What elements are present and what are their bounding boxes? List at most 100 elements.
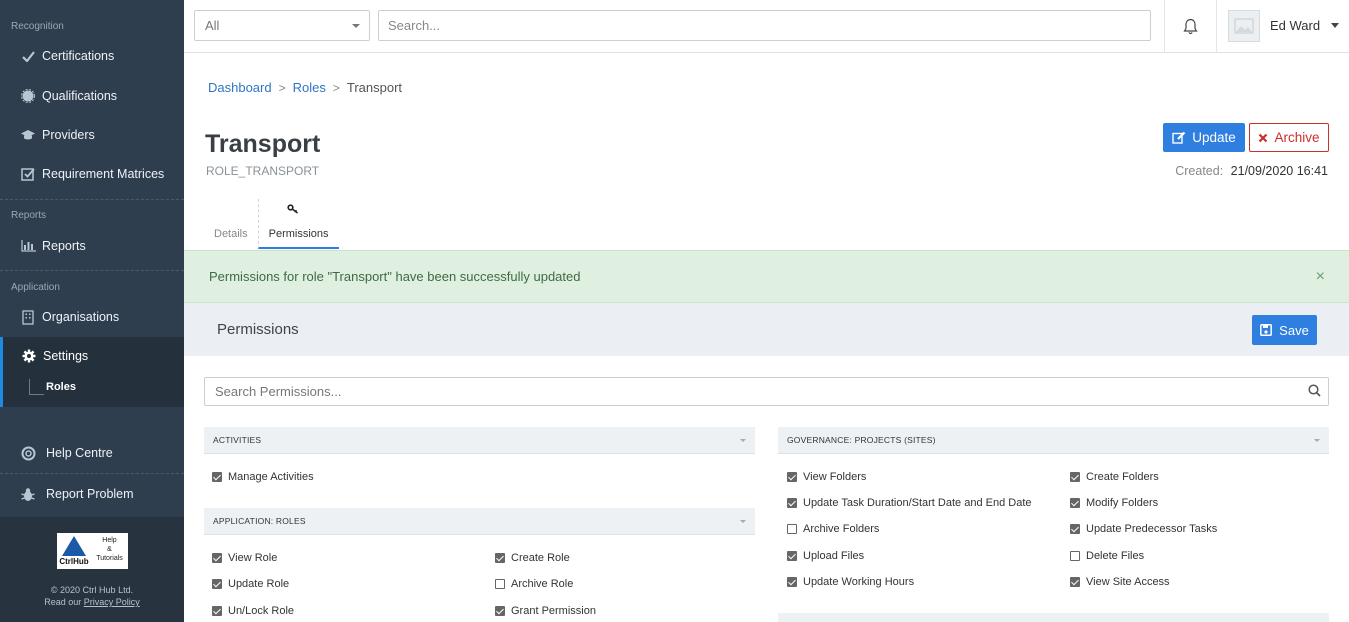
sidebar-item-label: Organisations [42,310,120,324]
sidebar-item-certifications[interactable]: Certifications [0,37,184,75]
permission-label: Archive Role [511,578,574,590]
sidebar-item-label: Qualifications [42,89,118,103]
sidebar-section-reports: Reports [11,210,47,221]
sidebar-item-organisations[interactable]: Organisations [0,298,184,336]
copyright-text: © 2020 Ctrl Hub Ltd. [50,585,134,595]
permission-checkbox[interactable] [1070,472,1080,482]
permission-checkbox[interactable] [787,472,797,482]
permission-item[interactable]: Archive Folders [787,523,879,535]
permission-item[interactable]: Create Role [495,552,570,564]
ctrlhub-logo[interactable]: CtrlHub Help & Tutorials [57,533,128,569]
sidebar: Recognition Certifications Qualification… [0,0,184,622]
permission-checkbox[interactable] [787,577,797,587]
logo-triangle-icon [62,536,86,556]
group-header[interactable]: APPLICATION: ROLES [204,508,755,535]
permissions-header: Permissions Save [184,303,1349,356]
breadcrumb-dashboard[interactable]: Dashboard [208,80,272,95]
sidebar-item-providers[interactable]: Providers [0,116,184,154]
archive-button[interactable]: Archive [1249,123,1329,152]
permission-checkbox[interactable] [787,551,797,561]
permission-group-application-roles: APPLICATION: ROLES View Role Create Role… [204,508,755,617]
group-header[interactable]: ACTIVITIES [204,427,755,454]
breadcrumb: Dashboard > Roles > Transport [208,80,402,95]
permission-item[interactable]: Modify Folders [1070,497,1158,509]
sidebar-item-qualifications[interactable]: Qualifications [0,77,184,115]
sidebar-item-label: Providers [42,128,95,142]
permission-label: Delete Files [1086,550,1145,562]
breadcrumb-roles[interactable]: Roles [293,80,326,95]
permission-checkbox[interactable] [787,498,797,508]
sidebar-item-settings[interactable]: Settings [0,337,184,375]
permission-checkbox[interactable] [495,579,505,589]
permission-item[interactable]: View Site Access [1070,576,1170,588]
permission-checkbox[interactable] [787,524,797,534]
permission-checkbox[interactable] [1070,577,1080,587]
global-search-input[interactable] [378,10,1151,41]
permission-checkbox[interactable] [1070,498,1080,508]
permission-item[interactable]: View Folders [787,471,866,483]
permissions-search-input[interactable] [204,377,1329,406]
permission-item[interactable]: Create Folders [1070,471,1159,483]
avatar[interactable] [1228,10,1260,42]
privacy-policy-link[interactable]: Privacy Policy [84,597,140,607]
building-icon [20,309,36,325]
logo-help-line: Tutorials [96,555,123,562]
permission-checkbox[interactable] [495,553,505,563]
sidebar-subitem-roles[interactable]: Roles [29,379,76,395]
permission-checkbox[interactable] [1070,551,1080,561]
permission-item[interactable]: Manage Activities [212,471,314,483]
floppy-disk-icon [1260,324,1273,336]
bar-chart-icon [20,238,36,254]
permission-group-governance-projects: GOVERNANCE: PROJECTS (SITES) View Folder… [778,427,1329,588]
group-title: APPLICATION: ROLES [213,516,306,526]
lifebuoy-icon [20,445,36,461]
checkbox-square-icon [20,166,36,182]
tab-label: Details [214,228,248,240]
permission-label: Create Role [511,552,570,564]
sidebar-item-reports[interactable]: Reports [0,227,184,265]
permission-item[interactable]: Upload Files [787,550,864,562]
permission-checkbox[interactable] [212,579,222,589]
gear-icon [21,348,37,364]
permission-item[interactable]: Delete Files [1070,550,1144,562]
permission-label: View Site Access [1086,576,1170,588]
permission-item[interactable]: Update Task Duration/Start Date and End … [787,497,1032,509]
update-button[interactable]: Update [1163,123,1245,152]
sidebar-item-label: Certifications [42,49,115,63]
sidebar-item-report-problem[interactable]: Report Problem [0,475,184,513]
update-label: Update [1192,130,1236,145]
permission-checkbox[interactable] [495,606,505,616]
notifications-button[interactable] [1164,0,1217,53]
tab-details[interactable]: Details [204,199,258,249]
group-title: ACTIVITIES [213,435,262,445]
permission-item[interactable]: Un/Lock Role [212,605,294,617]
permission-checkbox[interactable] [212,472,222,482]
scope-select[interactable]: All [194,10,370,41]
sidebar-divider [0,473,184,474]
chevron-down-icon [352,24,360,28]
permission-checkbox[interactable] [212,553,222,563]
permission-checkbox[interactable] [1070,524,1080,534]
permission-group-activities: ACTIVITIES Manage Activities [204,427,755,483]
permission-item[interactable]: Grant Permission [495,605,596,617]
save-button[interactable]: Save [1252,315,1317,345]
permission-item[interactable]: Update Predecessor Tasks [1070,523,1217,535]
user-name[interactable]: Ed Ward [1270,18,1320,33]
permission-item[interactable]: View Role [212,552,277,564]
sidebar-section-recognition: Recognition [11,21,64,32]
sidebar-item-requirement-matrices[interactable]: Requirement Matrices [0,155,184,193]
user-menu-caret-icon[interactable] [1331,23,1339,28]
permission-checkbox[interactable] [212,606,222,616]
save-label: Save [1279,322,1309,338]
logo-help-text: Help & Tutorials [91,533,128,569]
sidebar-item-help-centre[interactable]: Help Centre [0,434,184,472]
permission-item[interactable]: Update Role [212,578,289,590]
permission-item[interactable]: Update Working Hours [787,576,914,588]
search-icon[interactable] [1308,384,1321,400]
scope-select-value: All [205,18,220,33]
permission-item[interactable]: Archive Role [495,578,573,590]
group-header[interactable]: GOVERNANCE: PROJECTS (SITES) [778,427,1329,454]
success-alert: Permissions for role "Transport" have be… [184,250,1349,303]
tab-permissions[interactable]: Permissions [257,199,339,249]
close-icon[interactable]: × [1316,251,1325,302]
